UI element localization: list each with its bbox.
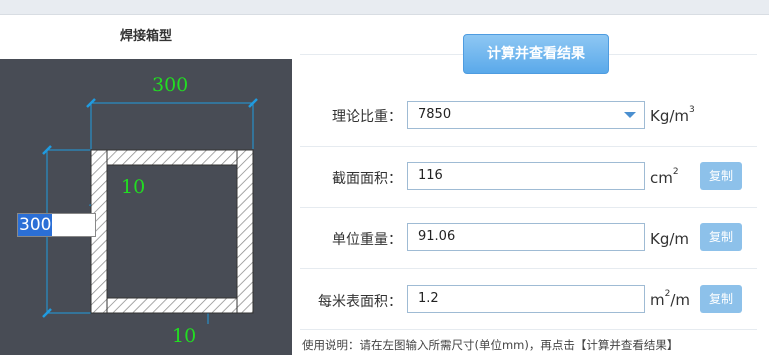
density-value: 7850 [418, 107, 452, 122]
area-label: 截面面积： [332, 171, 402, 187]
area-value: 116 [418, 168, 443, 183]
copy-surface-area-button[interactable]: 复制 [700, 285, 742, 313]
divider [300, 207, 757, 208]
density-label: 理论比重： [332, 109, 402, 125]
area-unit: cm2 [650, 167, 679, 187]
calculate-button[interactable]: 计算并查看结果 [463, 34, 609, 74]
surface-area-unit-text: m [650, 291, 665, 309]
weight-unit: Kg/m [650, 230, 689, 248]
height-input[interactable]: 300 [17, 213, 96, 237]
divider [300, 146, 757, 147]
top-dimension-line [90, 102, 254, 149]
right-panel: 计算并查看结果 理论比重： 7850 Kg/m3 截面面积： 116 cm2 复… [292, 15, 769, 355]
density-unit: Kg/m3 [650, 105, 695, 125]
surface-area-unit-suffix: /m [670, 291, 691, 309]
surface-area-unit-sup: 2 [664, 289, 671, 299]
density-select[interactable]: 7850 [407, 101, 645, 129]
height-input-selected-text: 300 [18, 214, 53, 236]
surface-area-value: 1.2 [418, 291, 439, 306]
copy-area-button[interactable]: 复制 [700, 162, 742, 190]
flange-thickness-label[interactable]: 10 [172, 325, 196, 347]
weight-value: 91.06 [418, 229, 456, 244]
box-section-shape [90, 149, 254, 314]
divider [300, 329, 757, 330]
surface-area-field[interactable]: 1.2 [407, 285, 645, 313]
weight-field[interactable]: 91.06 [407, 223, 645, 251]
box-section-drawing: 300 10 10 [42, 74, 258, 347]
weight-label: 单位重量： [332, 232, 402, 248]
top-bar [0, 0, 769, 15]
usage-instructions: 使用说明：请在左图输入所需尺寸(单位mm)，再点击【计算并查看结果】 [302, 338, 679, 352]
left-panel: 焊接箱型 300 10 10 300 [0, 15, 292, 355]
drawing-canvas: 300 10 10 300 [0, 59, 292, 355]
surface-area-unit: m2/m [650, 289, 691, 309]
area-unit-text: cm [650, 169, 673, 187]
top-width-label[interactable]: 300 [152, 74, 188, 96]
weight-unit-text: Kg/m [650, 230, 690, 248]
area-unit-sup: 2 [672, 167, 679, 177]
area-field[interactable]: 116 [407, 162, 645, 190]
section-title: 焊接箱型 [0, 15, 292, 59]
divider [300, 268, 757, 269]
copy-weight-button[interactable]: 复制 [700, 223, 742, 251]
surface-area-label: 每米表面积： [318, 294, 402, 310]
web-thickness-label[interactable]: 10 [121, 176, 145, 198]
chevron-down-icon[interactable] [624, 112, 636, 118]
density-unit-text: Kg/m [650, 107, 690, 125]
density-unit-sup: 3 [689, 105, 695, 115]
